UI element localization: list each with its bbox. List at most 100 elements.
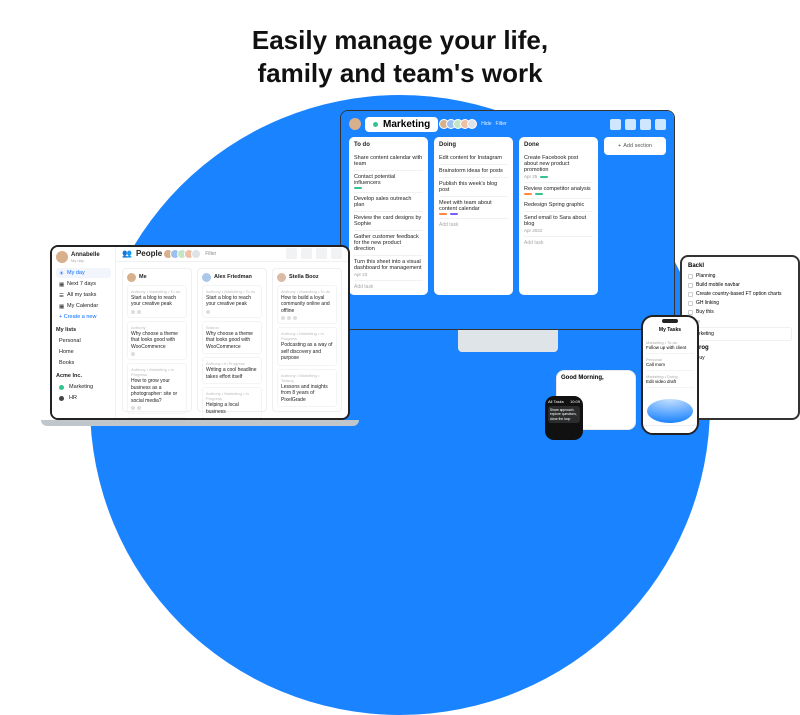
card[interactable]: Contact potential influencers bbox=[354, 171, 423, 193]
board-members[interactable] bbox=[442, 119, 477, 129]
checkbox-icon[interactable] bbox=[688, 310, 693, 315]
card[interactable]: Create Facebook post about new product p… bbox=[524, 152, 593, 183]
sidebar-item-alltasks[interactable]: ☰All my tasks bbox=[56, 290, 111, 300]
card[interactable]: Review competitor analysis bbox=[524, 183, 593, 199]
watch-card[interactable]: Share approach, explore questions, close… bbox=[548, 406, 580, 423]
checkbox-icon[interactable] bbox=[688, 301, 693, 306]
column-done: Done Create Facebook post about new prod… bbox=[519, 137, 598, 295]
move-card[interactable]: Marketing bbox=[688, 327, 792, 341]
card[interactable]: Anthony • Marketing • To doStart a blog … bbox=[202, 285, 262, 318]
checkbox-icon[interactable] bbox=[688, 283, 693, 288]
add-task-button[interactable]: Add task bbox=[354, 281, 423, 290]
avatar bbox=[202, 273, 211, 282]
card[interactable]: Turn this sheet into a visual dashboard … bbox=[354, 256, 423, 281]
user-name: Annabelle bbox=[71, 252, 100, 258]
add-task-button[interactable]: Add task bbox=[439, 219, 508, 228]
sparkle-icon[interactable] bbox=[286, 248, 297, 259]
add-task-button[interactable]: Add task bbox=[524, 237, 593, 246]
card[interactable]: Develop sales outreach plan bbox=[354, 193, 423, 212]
list-item[interactable]: Build mobile navbar bbox=[688, 282, 792, 288]
column-doing: Doing Edit content for Instagram Brainst… bbox=[434, 137, 513, 295]
card[interactable]: Share content calendar with team bbox=[354, 152, 423, 171]
desktop-stand bbox=[458, 330, 558, 352]
card[interactable]: Meet with team about content calendar bbox=[439, 197, 508, 219]
list-item[interactable]: Buy bbox=[688, 355, 792, 361]
card[interactable]: Anthony • Marketing • In ProgressPodcast… bbox=[277, 327, 337, 366]
phone-bottom-nav[interactable] bbox=[643, 425, 697, 433]
list-item[interactable]: Planning bbox=[688, 273, 792, 279]
list-item[interactable]: Marketing • To doFollow up with client bbox=[646, 337, 694, 354]
list-item[interactable]: Create country-based FT option charts bbox=[688, 291, 792, 297]
laptop-screen: Annabelle My day ☀My day ▦Next 7 days ☰A… bbox=[50, 245, 350, 420]
list-icon: ☰ bbox=[59, 293, 64, 298]
avatar bbox=[127, 273, 136, 282]
card[interactable]: Publish this week's blog post bbox=[439, 178, 508, 197]
card[interactable]: Anthony • Marketing • In ProgressHelping… bbox=[202, 387, 262, 418]
list-item[interactable]: PersonalCall mom bbox=[646, 354, 694, 371]
hero-line2: family and team's work bbox=[0, 57, 800, 90]
card[interactable]: AnthonyWhy choose a theme that looks goo… bbox=[127, 321, 187, 361]
user-sub: My day bbox=[71, 258, 100, 263]
card[interactable]: Send email to Sara about blogApr 2022 bbox=[524, 212, 593, 237]
sparkle-icon[interactable] bbox=[610, 119, 621, 130]
user-header[interactable]: Annabelle My day bbox=[56, 251, 111, 263]
sidebar-item-next7[interactable]: ▦Next 7 days bbox=[56, 279, 111, 289]
card[interactable]: Anthony • Marketing • In ProgressHow to … bbox=[127, 363, 187, 414]
filter-button[interactable]: Filter bbox=[205, 251, 216, 257]
fullscreen-icon[interactable] bbox=[331, 248, 342, 259]
workspace-hr[interactable]: HR bbox=[56, 393, 111, 403]
fullscreen-icon[interactable] bbox=[655, 119, 666, 130]
widget-title: Good Morning, bbox=[561, 375, 631, 381]
list-books[interactable]: Books bbox=[56, 358, 111, 368]
watch-mockup: All Tasks 10:09 Share approach, explore … bbox=[545, 396, 583, 440]
phone-task-list: Marketing • To doFollow up with client P… bbox=[643, 337, 697, 388]
calendar-icon: ▦ bbox=[59, 282, 64, 287]
card[interactable]: SharonWhy choose a theme that looks good… bbox=[202, 321, 262, 355]
watch-header: All Tasks 10:09 bbox=[548, 399, 580, 404]
board-title[interactable]: Marketing bbox=[365, 117, 438, 132]
board-title-text: Marketing bbox=[383, 119, 430, 130]
hide-button[interactable]: Hide bbox=[481, 121, 491, 127]
card[interactable]: Edit content for Instagram bbox=[439, 152, 508, 165]
phone-title: My Tasks bbox=[643, 327, 697, 333]
card[interactable]: Brainstorm ideas for posts bbox=[439, 165, 508, 178]
hero-line1: Easily manage your life, bbox=[0, 24, 800, 57]
avatar bbox=[277, 273, 286, 282]
notification-icon[interactable] bbox=[301, 248, 312, 259]
list-item[interactable]: GH linking bbox=[688, 300, 792, 306]
column-header: Done bbox=[524, 142, 593, 148]
create-new-button[interactable]: + Create a new bbox=[56, 312, 111, 322]
sidebar-item-calendar[interactable]: ▦My Calendar bbox=[56, 301, 111, 311]
phone-notch bbox=[662, 319, 678, 323]
note-icon[interactable] bbox=[316, 248, 327, 259]
list-home[interactable]: Home bbox=[56, 347, 111, 357]
column-todo: To do Share content calendar with team C… bbox=[349, 137, 428, 295]
notification-icon[interactable] bbox=[625, 119, 636, 130]
add-section-button[interactable]: +Add section bbox=[604, 137, 666, 155]
card[interactable]: Anthony • In ProgressWriting a cool head… bbox=[202, 357, 262, 384]
card[interactable]: Redesign Spring graphic bbox=[524, 199, 593, 212]
list-item[interactable]: Marketing • DoingEdit video draft bbox=[646, 371, 694, 388]
filter-button[interactable]: Filter bbox=[496, 121, 507, 127]
card[interactable]: Anthony • Marketing • In ProgressHelping… bbox=[127, 417, 187, 418]
note-icon[interactable] bbox=[640, 119, 651, 130]
list-personal[interactable]: Personal bbox=[56, 336, 111, 346]
people-column-me: Me Anthony • Marketing • To doStart a bl… bbox=[122, 268, 192, 412]
card[interactable]: Anthony • Marketing • To doStart a blog … bbox=[127, 285, 187, 318]
avatar[interactable] bbox=[349, 118, 361, 130]
checkbox-icon[interactable] bbox=[688, 292, 693, 297]
hash-icon bbox=[59, 396, 64, 401]
sidebar-item-myday[interactable]: ☀My day bbox=[56, 268, 111, 278]
card[interactable]: Gather customer feedback for the new pro… bbox=[354, 231, 423, 256]
lists-section-label: My lists bbox=[56, 327, 111, 333]
checkbox-icon[interactable] bbox=[688, 274, 693, 279]
sun-icon: ☀ bbox=[59, 271, 64, 276]
laptop-base bbox=[41, 420, 359, 426]
card[interactable]: Review the card designs by Sophie bbox=[354, 212, 423, 231]
card[interactable]: Anthony • Marketing • To doHow to build … bbox=[277, 285, 337, 325]
workspace-marketing[interactable]: Marketing bbox=[56, 382, 111, 392]
board-app: Marketing Hide Filter To bbox=[341, 111, 674, 329]
header-members[interactable] bbox=[166, 249, 201, 259]
list-item[interactable]: Buy this bbox=[688, 309, 792, 315]
card[interactable]: Anthony • Marketing • TestingLessons and… bbox=[277, 369, 337, 408]
